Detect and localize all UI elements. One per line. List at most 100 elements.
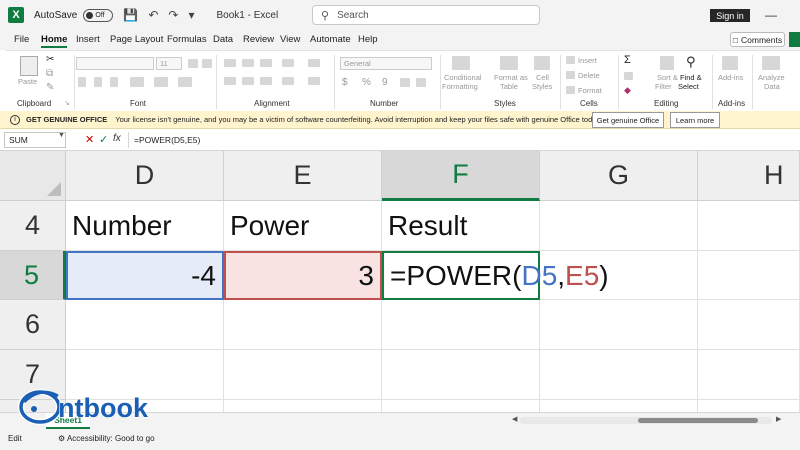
add-ins-icon[interactable] (722, 56, 738, 70)
column-header-h[interactable]: H (698, 151, 800, 201)
font-color-icon[interactable] (178, 77, 192, 87)
orientation-icon[interactable] (282, 59, 294, 67)
share-button[interactable] (789, 32, 800, 47)
search-box[interactable]: ⚲ Search (312, 5, 540, 25)
cell-h5[interactable] (698, 251, 800, 300)
horizontal-scrollbar[interactable] (520, 417, 772, 424)
sort-filter-icon[interactable] (660, 56, 674, 70)
clipboard-launcher-icon[interactable]: ↘ (64, 99, 70, 107)
cell-e6[interactable] (224, 300, 382, 350)
copy-icon[interactable]: ⧉ (46, 68, 53, 79)
undo-icon[interactable]: ↶ (148, 8, 158, 22)
paste-label[interactable]: Paste (18, 77, 37, 86)
fill-color-icon[interactable] (154, 77, 168, 87)
cell-d5[interactable]: -4 (66, 251, 224, 300)
scrollbar-thumb[interactable] (638, 418, 758, 423)
cell-e7[interactable] (224, 350, 382, 400)
cell-g4[interactable] (540, 201, 698, 251)
clear-icon[interactable]: ◆ (624, 85, 631, 96)
cell-e5[interactable]: 3 (224, 251, 382, 300)
analyze-data-icon[interactable] (762, 56, 780, 70)
fill-icon[interactable] (624, 72, 633, 80)
font-size-dropdown[interactable]: 11 (156, 57, 182, 70)
tab-view[interactable]: View (280, 34, 300, 45)
cancel-icon[interactable]: ✕ (85, 133, 94, 146)
row-header-6[interactable]: 6 (0, 300, 66, 350)
column-header-d[interactable]: D (66, 151, 224, 201)
delete-cells-icon[interactable] (566, 71, 575, 79)
tab-automate[interactable]: Automate (310, 34, 351, 45)
cell-g7[interactable] (540, 350, 698, 400)
format-label[interactable]: Format (578, 86, 602, 95)
bold-icon[interactable] (78, 77, 86, 87)
name-box[interactable]: SUM (4, 132, 66, 148)
decrease-decimal-icon[interactable] (416, 78, 426, 87)
number-format-dropdown[interactable]: General (340, 57, 432, 70)
cell-h6[interactable] (698, 300, 800, 350)
middle-align-icon[interactable] (242, 59, 254, 67)
borders-icon[interactable] (130, 77, 144, 87)
cut-icon[interactable]: ✂ (46, 54, 54, 65)
tab-formulas[interactable]: Formulas (167, 34, 207, 45)
insert-cells-icon[interactable] (566, 56, 575, 64)
conditional-formatting-label[interactable]: Conditional (444, 73, 482, 82)
redo-icon[interactable]: ↷ (168, 8, 178, 22)
find-select-label[interactable]: Find & (680, 73, 702, 82)
cell-d4[interactable]: Number (66, 201, 224, 251)
learn-more-button[interactable]: Learn more (670, 112, 720, 128)
minimize-icon[interactable]: — (765, 8, 777, 22)
italic-icon[interactable] (94, 77, 102, 87)
tab-page-layout[interactable]: Page Layout (110, 34, 163, 45)
top-align-icon[interactable] (224, 59, 236, 67)
select-all-button[interactable] (0, 151, 66, 201)
cell-f6[interactable] (382, 300, 540, 350)
font-family-dropdown[interactable] (76, 57, 154, 70)
format-painter-icon[interactable]: ✎ (46, 82, 54, 93)
scroll-right-icon[interactable]: ▶ (776, 415, 781, 423)
sort-filter-label[interactable]: Sort & (657, 73, 678, 82)
comma-icon[interactable]: 9 (382, 77, 388, 88)
analyze-data-label-2[interactable]: Data (764, 82, 780, 91)
cell-d6[interactable] (66, 300, 224, 350)
cell-styles-label-2[interactable]: Styles (532, 82, 552, 91)
tab-review[interactable]: Review (243, 34, 274, 45)
row-header-4[interactable]: 4 (0, 201, 66, 251)
indent-icon[interactable] (282, 77, 294, 85)
conditional-formatting-label-2[interactable]: Formatting (442, 82, 478, 91)
align-right-icon[interactable] (260, 77, 272, 85)
accessibility-status[interactable]: ⚙ Accessibility: Good to go (58, 434, 155, 443)
align-center-icon[interactable] (242, 77, 254, 85)
autosave-toggle[interactable]: Off (83, 8, 114, 22)
cell-f7[interactable] (382, 350, 540, 400)
format-cells-icon[interactable] (566, 86, 575, 94)
column-header-f[interactable]: F (382, 151, 540, 201)
cell-g6[interactable] (540, 300, 698, 350)
column-header-e[interactable]: E (224, 151, 382, 201)
merge-center-icon[interactable] (308, 77, 320, 85)
decrease-font-icon[interactable] (202, 59, 212, 68)
cell-styles-icon[interactable] (534, 56, 550, 70)
insert-label[interactable]: Insert (578, 56, 597, 65)
add-ins-label[interactable]: Add-ins (718, 73, 743, 82)
percent-icon[interactable]: % (362, 77, 371, 88)
conditional-formatting-icon[interactable] (452, 56, 470, 70)
cell-h4[interactable] (698, 201, 800, 251)
paste-icon[interactable] (20, 56, 38, 76)
cell-f4[interactable]: Result (382, 201, 540, 251)
format-as-table-label[interactable]: Format as (494, 73, 528, 82)
find-icon[interactable]: ⚲ (686, 54, 696, 70)
scroll-left-icon[interactable]: ◀ (512, 415, 517, 423)
bottom-align-icon[interactable] (260, 59, 272, 67)
tab-home[interactable]: Home (41, 34, 68, 48)
align-left-icon[interactable] (224, 77, 236, 85)
cell-f5-editing[interactable]: =POWER(D5, E5) (382, 251, 609, 300)
delete-label[interactable]: Delete (578, 71, 600, 80)
tab-file[interactable]: File (14, 34, 29, 45)
wrap-text-icon[interactable] (308, 59, 320, 67)
customize-quick-access-icon[interactable]: ▾ (188, 8, 194, 22)
chevron-down-icon[interactable]: ▼ (58, 132, 65, 139)
tab-help[interactable]: Help (358, 34, 378, 45)
find-select-label-2[interactable]: Select (678, 82, 699, 91)
tab-insert[interactable]: Insert (76, 34, 100, 45)
save-icon[interactable]: 💾 (123, 8, 138, 22)
